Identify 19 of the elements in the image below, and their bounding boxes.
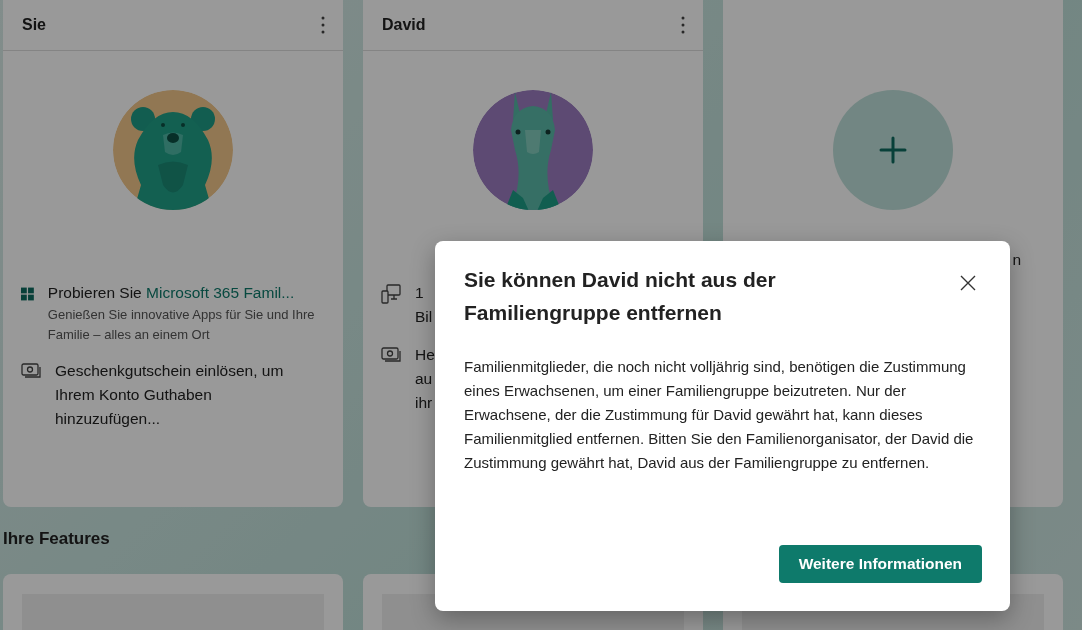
- member-name: David: [382, 16, 426, 34]
- gift-card-icon: [21, 363, 41, 379]
- promo-description: Genießen Sie innovative Apps für Sie und Ihre Familie – alles an einem Ort: [47, 306, 316, 344]
- dialog-message: Familienmitglieder, die noch nicht volljährig sind, benötigen die Zustimmung eines Erwachsenen, um einer Familiengruppe beizutreten. Nur der Erwachsene, der die Zustimmung für David gewährt hat, kann dieses Familienmitglied entfernen. Bitten Sie den Familienorganisator, der David die Zustimmung gewährt hat, David aus der Familiengruppe zu entfernen.: [464, 357, 975, 473]
- section-heading: Ihre Features: [3, 529, 110, 550]
- add-member-text: n: [1012, 250, 1021, 270]
- member-name: Sie: [22, 16, 46, 34]
- promo-title: Probieren Sie Microsoft 365 Famil...: [47, 283, 296, 303]
- product-link[interactable]: Microsoft 365 Famil...: [146, 284, 295, 301]
- gift-card-icon: [381, 347, 401, 363]
- dialog-title: Sie können David nicht aus der Familiengruppe entfernen: [464, 267, 777, 326]
- devices-icon: [381, 284, 401, 304]
- more-options-icon: [321, 16, 325, 34]
- more-options-icon: [681, 16, 685, 34]
- close-icon: [960, 275, 976, 291]
- gift-card-text: Geschenkgutschein einlösen, um Ihrem Konto Guthaben hinzuzufügen...: [55, 361, 284, 429]
- devices-text: 1 Bil: [415, 283, 433, 327]
- gift-card-text: He au ihr: [415, 345, 435, 413]
- more-info-button[interactable]: Weitere Informationen: [778, 545, 982, 583]
